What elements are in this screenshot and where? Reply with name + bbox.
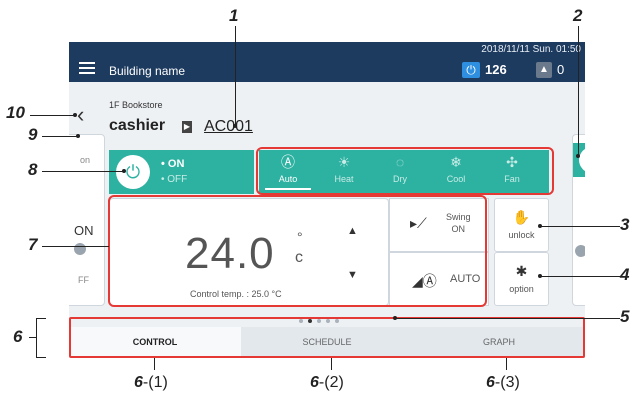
leader-line-4 xyxy=(540,276,620,277)
leader-line-9 xyxy=(42,136,78,137)
callout-6-3: 6-(3) xyxy=(486,374,520,392)
callout-6-3-suffix: -(3) xyxy=(494,374,520,391)
top-bar: Building name 2018/11/11 Sun. 01:50 ⏻ 12… xyxy=(69,42,585,82)
control-area-highlight xyxy=(108,195,487,307)
callout-6-3-num: 6 xyxy=(486,374,495,391)
callout-7: 7 xyxy=(28,235,38,254)
left-peek-partial-top: on xyxy=(80,155,91,165)
hamburger-menu-icon[interactable] xyxy=(79,62,97,76)
power-on-count-icon: ⏻ xyxy=(462,62,480,78)
callout-8: 8 xyxy=(28,160,38,179)
leader-dot xyxy=(538,224,542,228)
power-on-count: 126 xyxy=(485,62,507,77)
bracket-6-top xyxy=(36,318,46,319)
callout-6-2-suffix: -(2) xyxy=(318,374,344,391)
datetime: 2018/11/11 Sun. 01:50 xyxy=(481,44,581,55)
bracket-6-bottom xyxy=(36,357,46,358)
left-nav-icon[interactable] xyxy=(74,243,86,255)
next-unit-panel[interactable] xyxy=(572,134,585,306)
leader-dot xyxy=(76,134,80,138)
unit-name: cashier xyxy=(109,117,166,134)
callout-5: 5 xyxy=(620,307,630,326)
leader-dot xyxy=(576,154,580,158)
alert-icon: ▲ xyxy=(536,62,552,78)
power-off-option[interactable]: • OFF xyxy=(161,174,187,185)
option-button[interactable]: ✱ option xyxy=(494,252,549,306)
alert-count: 0 xyxy=(557,62,565,77)
callout-6-1-suffix: -(1) xyxy=(142,374,168,391)
callout-10: 10 xyxy=(6,103,25,122)
leader-dot xyxy=(393,316,397,320)
leader-dot xyxy=(73,113,77,117)
callout-6-2: 6-(2) xyxy=(310,374,344,392)
power-toggle-bar: ⏻ • ON • OFF xyxy=(109,150,254,194)
unit-id-link[interactable]: AC001 xyxy=(204,118,253,136)
callout-6: 6 xyxy=(13,327,23,346)
callout-6-1: 6-(1) xyxy=(134,374,168,392)
leader-dot xyxy=(538,274,542,278)
bracket-6-tick xyxy=(29,337,36,338)
leader-line-6-1 xyxy=(154,358,155,370)
leader-line-3 xyxy=(540,226,620,227)
power-button-icon[interactable]: ⏻ xyxy=(116,155,150,189)
unit-select-arrow-icon[interactable]: ▶ xyxy=(182,121,192,133)
callout-6-2-num: 6 xyxy=(310,374,319,391)
callout-9: 9 xyxy=(28,125,38,144)
leader-dot xyxy=(122,169,126,173)
callout-3: 3 xyxy=(620,215,630,234)
callout-1: 1 xyxy=(229,6,239,25)
floor-label: 1F Bookstore xyxy=(109,100,163,110)
leader-dot xyxy=(233,124,237,128)
leader-line-2 xyxy=(578,26,579,156)
callout-2: 2 xyxy=(573,6,583,25)
left-peek-partial-mid: ON xyxy=(74,223,94,238)
callout-6-1-num: 6 xyxy=(134,374,143,391)
leader-line-1 xyxy=(235,26,236,126)
option-label: option xyxy=(509,284,534,294)
mode-selector-highlight xyxy=(256,147,554,195)
unlock-label: unlock xyxy=(508,230,535,240)
leader-line-6-3 xyxy=(506,358,507,370)
leader-line-8 xyxy=(42,171,124,172)
leader-line-10 xyxy=(30,115,75,116)
leader-line-5 xyxy=(395,318,620,319)
bracket-6 xyxy=(36,318,37,358)
tab-bar-highlight xyxy=(69,317,585,358)
leader-line-6-2 xyxy=(331,358,332,370)
right-nav-icon[interactable] xyxy=(575,245,585,257)
power-on-option[interactable]: • ON xyxy=(161,158,184,170)
leader-line-7 xyxy=(42,246,109,247)
back-chevron-icon[interactable]: ‹ xyxy=(77,102,84,128)
left-peek-partial-bottom: FF xyxy=(78,275,89,285)
callout-4: 4 xyxy=(620,265,630,284)
previous-unit-panel[interactable]: on ON FF xyxy=(69,134,105,306)
building-name: Building name xyxy=(109,64,186,78)
